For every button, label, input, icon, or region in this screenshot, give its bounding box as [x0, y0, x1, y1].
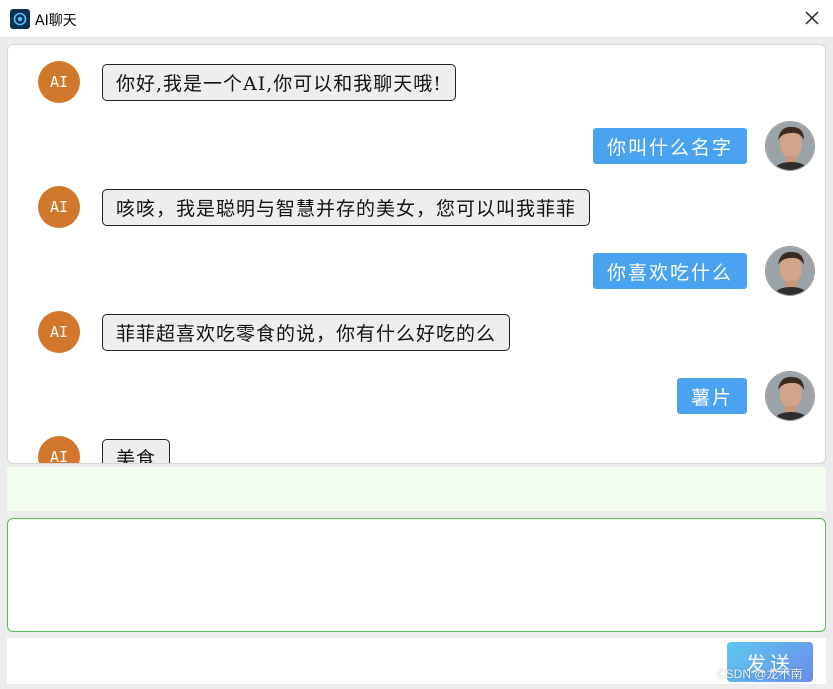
ai-message-bubble: 菲菲超喜欢吃零食的说，你有什么好吃的么 [102, 314, 511, 351]
user-avatar [765, 371, 815, 421]
chat-history[interactable]: AI 你好,我是一个AI,你可以和我聊天哦! 你叫什么名字 AI 咳咳，我是聪明… [7, 44, 826, 464]
message-input[interactable] [7, 518, 826, 632]
message-row: AI 你好,我是一个AI,你可以和我聊天哦! [8, 59, 825, 119]
watermark: CSDN @龙不南 [717, 667, 803, 681]
status-bar [7, 467, 826, 511]
user-avatar [765, 246, 815, 296]
ai-message-bubble: 美食 [102, 439, 171, 463]
message-row: AI 咳咳，我是聪明与智慧并存的美女，您可以叫我菲菲 [8, 184, 825, 244]
message-row: 你叫什么名字 [8, 121, 825, 181]
chat-logo-icon [10, 9, 30, 29]
message-row: 你喜欢吃什么 [8, 246, 825, 306]
action-bar [7, 638, 826, 684]
title-bar: AI聊天 [0, 0, 833, 38]
ai-avatar: AI [38, 436, 80, 463]
close-button[interactable] [790, 0, 833, 38]
message-row: AI 美食 [8, 434, 825, 463]
user-message-bubble: 你叫什么名字 [592, 128, 747, 164]
ai-message-bubble: 你好,我是一个AI,你可以和我聊天哦! [102, 64, 456, 101]
user-message-bubble: 你喜欢吃什么 [592, 253, 747, 289]
message-row: AI 菲菲超喜欢吃零食的说，你有什么好吃的么 [8, 309, 825, 369]
ai-message-bubble: 咳咳，我是聪明与智慧并存的美女，您可以叫我菲菲 [102, 189, 591, 226]
ai-avatar: AI [38, 61, 80, 103]
window-title: AI聊天 [35, 13, 77, 29]
ai-avatar: AI [38, 186, 80, 228]
message-row: 薯片 [8, 371, 825, 431]
ai-avatar: AI [38, 311, 80, 353]
user-message-bubble: 薯片 [676, 378, 747, 414]
close-icon[interactable] [805, 10, 819, 29]
user-avatar [765, 121, 815, 171]
